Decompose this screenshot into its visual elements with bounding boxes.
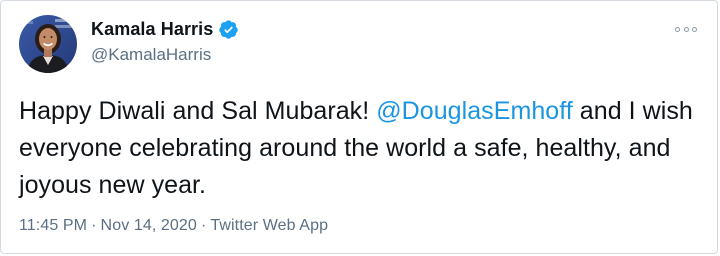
mention-link[interactable]: @DouglasEmhoff <box>376 97 573 125</box>
tweet-text: Happy Diwali and Sal Mubarak! @DouglasEm… <box>19 93 709 204</box>
author-block: Kamala Harris @KamalaHarris <box>91 17 239 65</box>
author-name[interactable]: Kamala Harris <box>91 19 213 40</box>
more-dot <box>675 26 680 32</box>
author-name-row: Kamala Harris <box>91 17 239 41</box>
author-handle[interactable]: @KamalaHarris <box>91 45 239 65</box>
meta-separator: · <box>91 217 97 234</box>
tweet-source[interactable]: Twitter Web App <box>210 217 328 234</box>
more-dot <box>692 26 697 32</box>
meta-separator: · <box>200 217 207 234</box>
more-options-icon[interactable] <box>675 23 697 35</box>
tweet-metadata: 11:45 PM · Nov 14, 2020 · Twitter Web App <box>19 217 328 235</box>
tweet-date[interactable]: Nov 14, 2020 <box>101 217 197 234</box>
verified-badge-icon <box>218 19 239 40</box>
tweet-card: Kamala Harris @KamalaHarris Happy Diwali… <box>0 0 718 254</box>
more-dot <box>683 26 689 32</box>
profile-photo-icon <box>19 15 77 73</box>
tweet-time[interactable]: 11:45 PM <box>19 217 87 234</box>
tweet-text-start: Happy Diwali and Sal Mubarak! <box>19 97 377 125</box>
avatar[interactable] <box>19 15 77 73</box>
